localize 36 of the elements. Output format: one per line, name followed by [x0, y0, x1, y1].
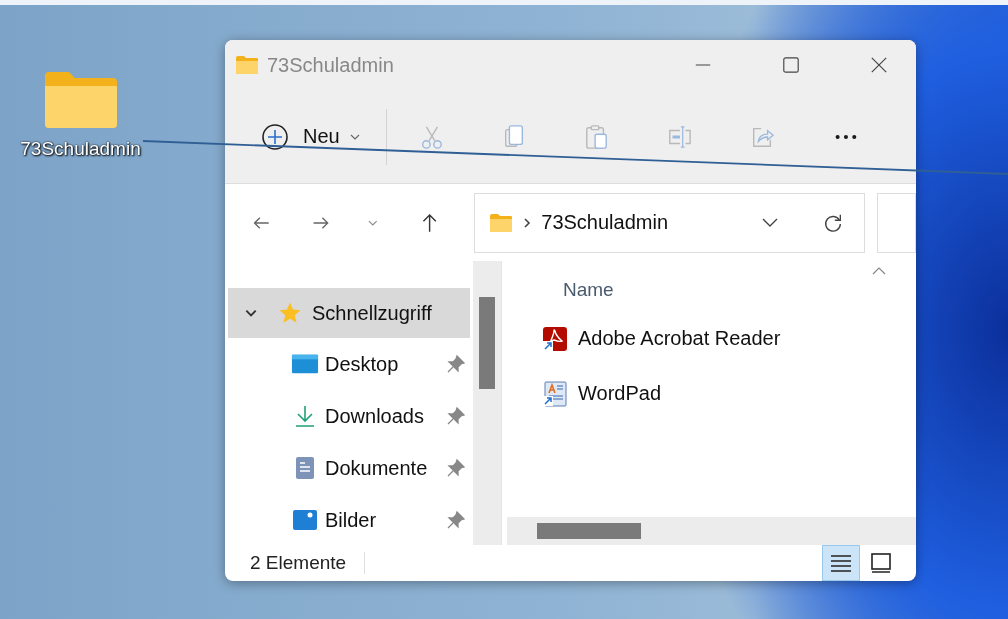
- pdf-shortcut-icon[interactable]: [542, 325, 568, 352]
- maximize-icon[interactable]: [782, 56, 800, 74]
- file-name[interactable]: WordPad: [578, 382, 661, 405]
- caret-icon[interactable]: [349, 133, 360, 140]
- picture-icon[interactable]: [291, 508, 319, 532]
- sidebar-item[interactable]: Downloads: [228, 390, 470, 442]
- chevron-down-icon[interactable]: [762, 217, 779, 228]
- sidebar-item[interactable]: Schnellzugriff: [228, 288, 470, 338]
- desktop-icon[interactable]: [291, 352, 319, 376]
- breadcrumb[interactable]: 73Schuladmin: [541, 211, 669, 234]
- list-icon[interactable]: [830, 553, 852, 573]
- pin-icon[interactable]: [446, 458, 466, 478]
- folder-icon: [489, 212, 514, 233]
- wordpad-shortcut-icon[interactable]: [542, 380, 568, 407]
- pin-icon[interactable]: [446, 510, 466, 530]
- scrollbar[interactable]: [507, 517, 916, 545]
- file-name[interactable]: Adobe Acrobat Reader: [578, 327, 781, 350]
- details-view-button[interactable]: [822, 545, 860, 581]
- pin-icon[interactable]: [446, 354, 466, 374]
- scrollbar[interactable]: [473, 261, 502, 545]
- window-title: 73Schuladmin: [267, 53, 394, 77]
- column-header[interactable]: Name: [563, 279, 614, 300]
- sort-caret-icon[interactable]: [872, 267, 886, 275]
- new-button[interactable]: Neu: [259, 118, 362, 155]
- close-icon[interactable]: [870, 56, 888, 74]
- address-bar[interactable]: 73Schuladmin: [474, 192, 866, 253]
- sidebar-item[interactable]: Dokumente: [228, 442, 470, 494]
- search-field[interactable]: [877, 192, 916, 253]
- pin-icon[interactable]: [446, 406, 466, 426]
- folder-icon: [235, 55, 259, 75]
- chevron-right-icon[interactable]: [523, 216, 532, 229]
- tile-icon[interactable]: [870, 553, 892, 573]
- plus-circle-icon[interactable]: [261, 122, 289, 151]
- sidebar-item[interactable]: Bilder: [228, 494, 470, 546]
- sidebar-item[interactable]: Desktop: [228, 338, 470, 390]
- item-count: 2 Elemente: [250, 552, 347, 574]
